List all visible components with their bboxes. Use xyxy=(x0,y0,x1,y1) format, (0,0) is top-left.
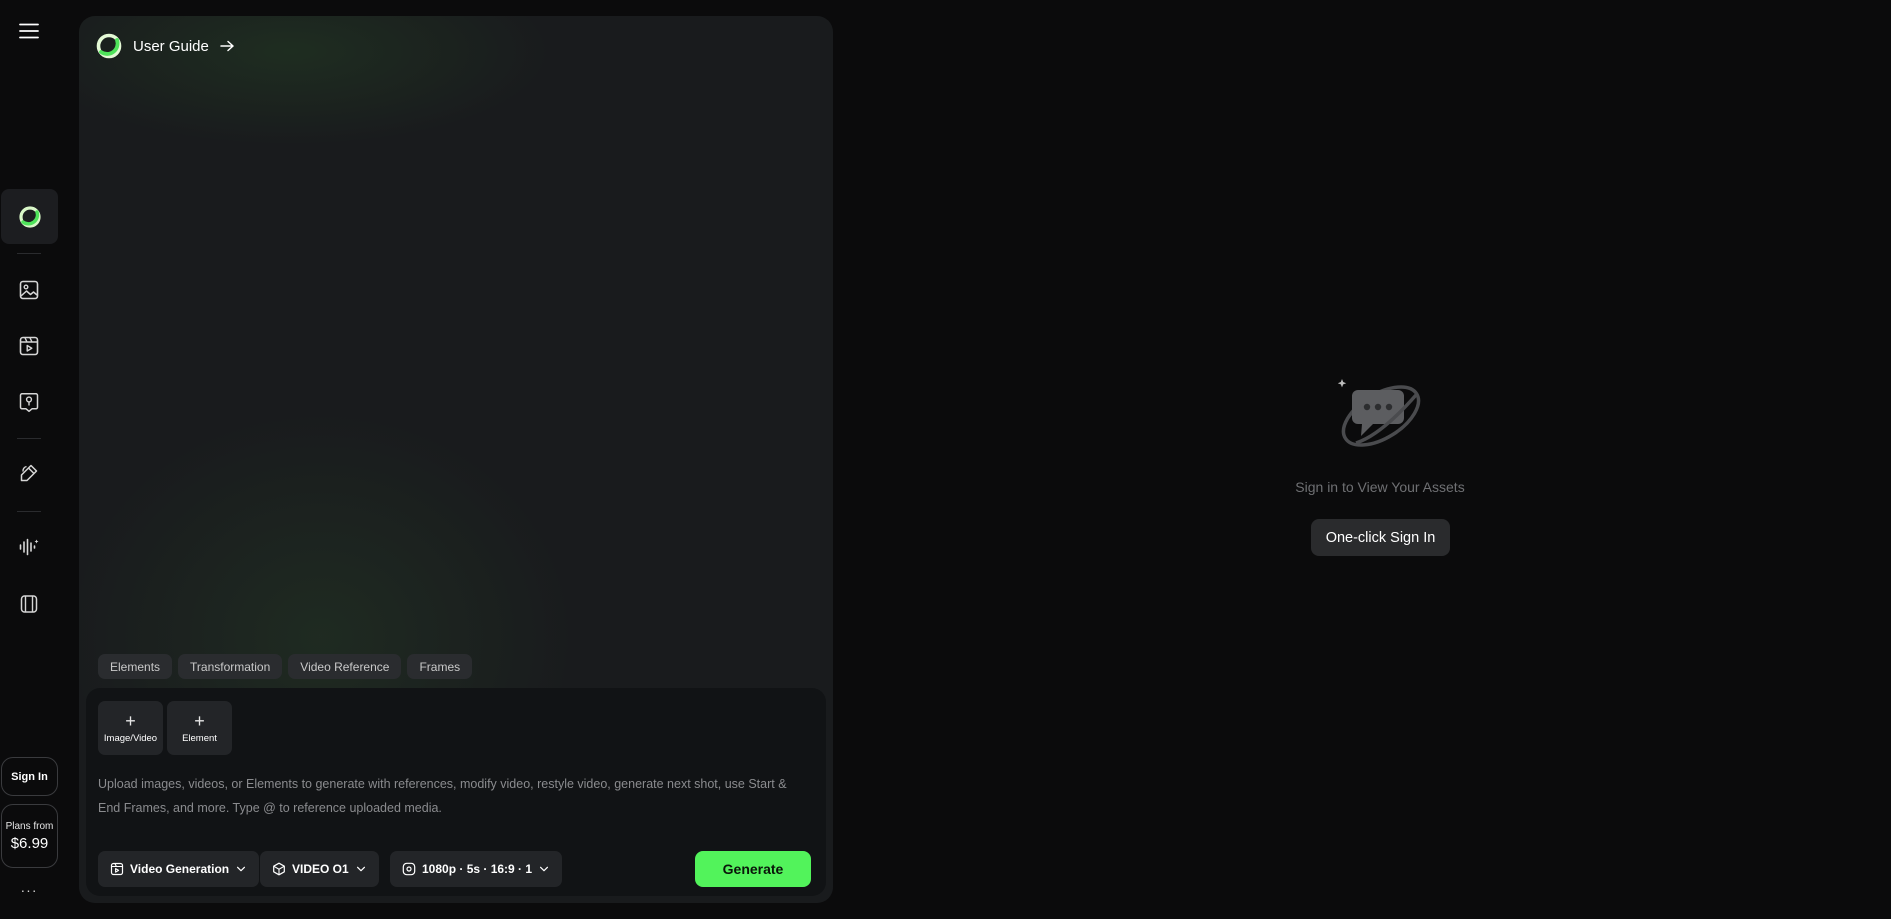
empty-assets-illustration-icon xyxy=(1337,379,1421,447)
left-sidebar: Sign In Plans from $6.99 ··· xyxy=(0,0,58,919)
tab-video-reference[interactable]: Video Reference xyxy=(288,654,402,679)
model-cube-icon xyxy=(273,862,285,876)
sidebar-item-video[interactable] xyxy=(0,324,58,368)
tab-transformation[interactable]: Transformation xyxy=(178,654,283,679)
rail-divider xyxy=(17,253,41,254)
more-options-button[interactable]: ··· xyxy=(0,878,58,902)
model-select[interactable]: VIDEO O1 xyxy=(260,851,379,887)
chevron-down-icon xyxy=(540,866,549,872)
sidebar-item-avatar[interactable] xyxy=(0,380,58,424)
video-generation-icon xyxy=(110,862,124,876)
prompt-composer: + Image/Video + Element Upload images, v… xyxy=(86,688,826,896)
image-icon xyxy=(19,280,39,300)
hamburger-menu-icon xyxy=(19,23,39,39)
rail-divider xyxy=(17,438,41,439)
prompt-input[interactable]: Upload images, videos, or Elements to ge… xyxy=(98,772,810,822)
menu-button[interactable] xyxy=(0,9,58,53)
video-icon xyxy=(19,336,39,356)
sidebar-item-audio[interactable] xyxy=(0,525,58,569)
tab-frames[interactable]: Frames xyxy=(407,654,473,679)
mode-select[interactable]: Video Generation xyxy=(98,851,260,887)
plus-icon: + xyxy=(125,710,136,731)
chevron-down-icon xyxy=(237,866,246,872)
sidebar-item-edit[interactable] xyxy=(0,451,58,495)
mode-select-label: Video Generation xyxy=(130,862,230,876)
plans-label: Plans from xyxy=(5,820,54,832)
settings-select-label: 1080p · 5s · 16:9 · 1 xyxy=(422,862,533,876)
audio-icon xyxy=(19,538,39,556)
plans-price: $6.99 xyxy=(10,834,49,852)
sidebar-item-assets[interactable] xyxy=(0,582,58,626)
assets-icon xyxy=(20,595,38,613)
one-click-signin-button[interactable]: One-click Sign In xyxy=(1311,519,1450,556)
arrow-right-icon xyxy=(219,38,235,54)
sidebar-signin-button[interactable]: Sign In xyxy=(1,757,58,796)
avatar-icon xyxy=(19,393,39,413)
user-guide-label: User Guide xyxy=(133,37,209,55)
model-select-label: VIDEO O1 xyxy=(292,862,349,876)
settings-icon xyxy=(402,862,416,876)
creation-panel: User Guide Elements Transformation Video… xyxy=(79,16,833,903)
tab-elements[interactable]: Elements xyxy=(98,654,173,679)
chevron-down-icon xyxy=(356,866,365,872)
upload-element-button[interactable]: + Element xyxy=(167,701,232,755)
home-logo-icon xyxy=(18,205,41,228)
user-guide-link[interactable]: User Guide xyxy=(95,32,235,60)
settings-select[interactable]: 1080p · 5s · 16:9 · 1 xyxy=(390,851,563,887)
sidebar-item-image[interactable] xyxy=(0,268,58,312)
upload-image-video-label: Image/Video xyxy=(103,732,158,744)
upload-element-label: Element xyxy=(182,732,217,744)
sidebar-item-home[interactable] xyxy=(1,189,58,244)
generate-button[interactable]: Generate xyxy=(695,851,811,887)
mode-tabs: Elements Transformation Video Reference … xyxy=(98,654,473,679)
plus-icon: + xyxy=(194,710,205,731)
edit-icon xyxy=(20,464,38,482)
rail-divider xyxy=(17,511,41,512)
upload-image-video-button[interactable]: + Image/Video xyxy=(98,701,163,755)
plans-button[interactable]: Plans from $6.99 xyxy=(1,804,58,868)
assets-empty-message: Sign in to View Your Assets xyxy=(1295,479,1465,495)
brand-logo-icon xyxy=(95,32,123,60)
